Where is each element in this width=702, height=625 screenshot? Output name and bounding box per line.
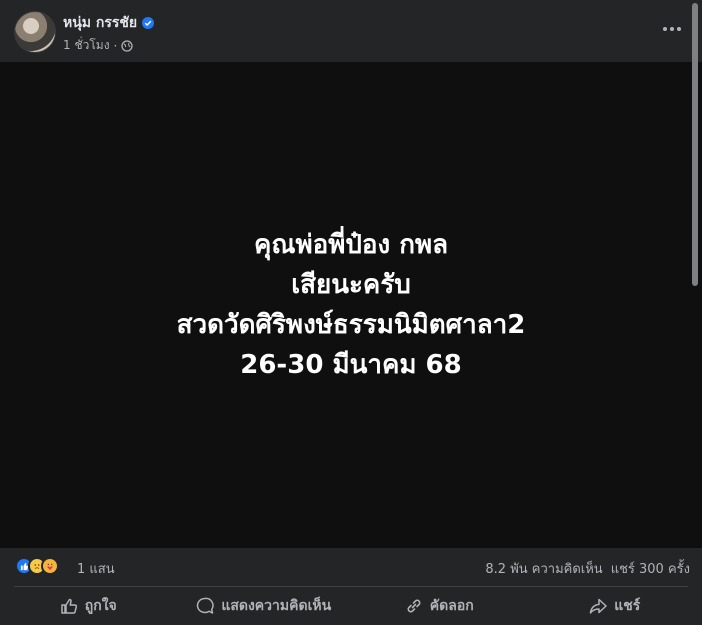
- like-button[interactable]: ถูกใจ: [0, 587, 176, 625]
- link-icon: [407, 599, 421, 613]
- avatar[interactable]: [14, 11, 56, 53]
- scrollbar[interactable]: [691, 0, 700, 625]
- reaction-icons[interactable]: [15, 557, 59, 575]
- copy-link-button[interactable]: คัดลอก: [351, 587, 527, 625]
- globe-icon[interactable]: [121, 39, 134, 52]
- share-label: แชร์: [614, 598, 641, 614]
- comment-button[interactable]: แสดงความคิดเห็น: [176, 587, 352, 625]
- share-icon: [589, 598, 607, 614]
- comment-icon: [197, 597, 214, 614]
- image-text-line-4: 26-30 มีนาคม 68: [240, 350, 462, 380]
- share-button[interactable]: แชร์: [527, 587, 702, 625]
- like-icon: [61, 598, 77, 614]
- image-text-line-2: เสียนะครับ: [291, 270, 411, 300]
- post-meta: 1 ชั่วโมง ·: [63, 36, 134, 55]
- share-count[interactable]: แชร์ 300 ครั้ง: [611, 558, 690, 579]
- reaction-count[interactable]: 1 แสน: [77, 558, 115, 579]
- meta-separator: ·: [113, 38, 118, 53]
- scroll-thumb[interactable]: [692, 3, 698, 286]
- author-name[interactable]: หนุ่ม กรรชัย: [63, 12, 137, 34]
- like-label: ถูกใจ: [84, 598, 117, 614]
- action-bar: ถูกใจ แสดงความคิดเห็น คัดลอก แชร์: [0, 587, 702, 625]
- post-header: หนุ่ม กรรชัย 1 ชั่วโมง ·: [0, 0, 702, 62]
- post-timestamp[interactable]: 1 ชั่วโมง: [63, 36, 110, 55]
- image-text-line-3: สวดวัดศิริพงษ์ธรรมนิมิตศาลา2: [176, 310, 526, 340]
- comment-label: แสดงความคิดเห็น: [221, 598, 332, 614]
- comment-count[interactable]: 8.2 พัน ความคิดเห็น: [485, 558, 602, 579]
- more-icon[interactable]: [657, 14, 687, 44]
- post-image[interactable]: คุณพ่อพี่ป๋อง กพล เสียนะครับ สวดวัดศิริพ…: [0, 62, 702, 548]
- stats-row: 1 แสน 8.2 พัน ความคิดเห็น แชร์ 300 ครั้ง: [0, 548, 702, 586]
- verified-icon: [142, 17, 155, 29]
- image-text-line-1: คุณพ่อพี่ป๋อง กพล: [253, 230, 449, 260]
- author-row: หนุ่ม กรรชัย: [63, 12, 155, 34]
- care-reaction-icon: [41, 557, 59, 575]
- engagement-stats: 8.2 พัน ความคิดเห็น แชร์ 300 ครั้ง: [485, 558, 690, 579]
- copy-label: คัดลอก: [429, 598, 474, 614]
